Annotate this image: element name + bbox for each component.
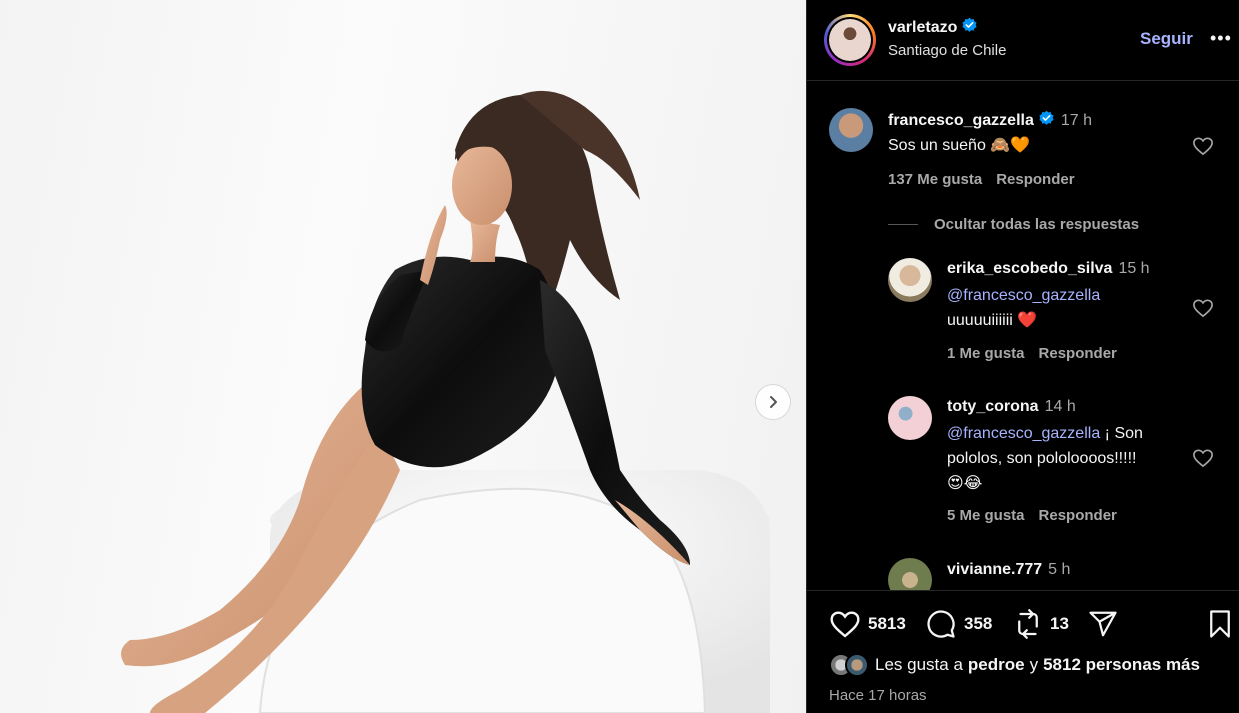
likes-summary: Les gusta a pedroe y 5812 personas más [829,653,1200,677]
comments-list[interactable]: francesco_gazzella 17 h Sos un sueño 🙈🧡 1… [807,82,1239,590]
reply-text-line3: 😍😂 [947,475,983,492]
author-avatar[interactable] [824,14,876,66]
like-reply-heart-icon[interactable] [1192,298,1214,318]
like-button[interactable]: 5813 [829,609,906,639]
comment-time: 17 h [1060,112,1092,129]
reply-username[interactable]: vivianne.777 [947,561,1042,578]
reply-button[interactable]: Responder [1039,345,1117,362]
follow-button[interactable]: Seguir [1140,29,1193,49]
reply-username[interactable]: toty_corona [947,398,1039,415]
mention-link[interactable]: @francesco_gazzella [947,425,1100,442]
reply-button[interactable]: Responder [996,171,1074,188]
save-button[interactable] [1207,609,1233,639]
comment-count: 358 [964,614,993,633]
verified-badge-icon [962,17,977,32]
likes-middle: y [1029,655,1039,674]
likes-prefix: Les gusta a [875,655,963,674]
avatar[interactable] [888,558,932,590]
photo-illustration [121,90,770,713]
reply-likes[interactable]: 5 Me gusta [947,507,1025,524]
avatar[interactable] [829,108,873,152]
mention-link[interactable]: @francesco_gazzella [947,287,1100,304]
divider-line [888,224,918,225]
liker-username[interactable]: pedroe [968,655,1025,675]
reply-likes[interactable]: 1 Me gusta [947,345,1025,362]
like-reply-heart-icon[interactable] [1192,448,1214,468]
reply-text-line2: pololos, son pololoooos!!!!! [947,450,1137,467]
author-username[interactable]: varletazo [888,19,957,36]
chevron-right-icon [770,396,777,408]
post-location[interactable]: Santiago de Chile [888,42,1006,59]
comment-button[interactable]: 358 [925,609,992,639]
reply-text: ¡ Son [1104,425,1143,442]
post-actions: 5813 358 13 Les gusta a pedroe y 5812 pe… [807,590,1239,713]
comment-username[interactable]: francesco_gazzella [888,112,1034,129]
heart-icon [830,611,860,638]
repost-icon [1018,609,1038,639]
repost-button[interactable]: 13 [1013,609,1069,639]
reply-username[interactable]: erika_escobedo_silva [947,260,1112,277]
reply-time: 14 h [1044,398,1076,415]
post-panel: varletazo Santiago de Chile Seguir ••• f… [806,0,1239,713]
comment-bubble-icon [927,610,955,638]
next-image-button[interactable] [756,385,790,419]
comment-likes[interactable]: 137 Me gusta [888,171,982,188]
comment-text: Sos un sueño 🙈🧡 [888,137,1031,154]
like-comment-heart-icon[interactable] [1192,136,1214,156]
reply-time: 5 h [1048,561,1071,578]
likes-others[interactable]: 5812 personas más [1043,655,1200,675]
post-image[interactable] [0,0,806,713]
hide-replies-label: Ocultar todas las respuestas [934,216,1140,233]
avatar[interactable] [888,258,932,302]
hide-replies-toggle[interactable]: Ocultar todas las respuestas [888,216,1139,233]
post-header: varletazo Santiago de Chile Seguir ••• [807,0,1239,81]
bookmark-icon [1210,610,1230,638]
reply-button[interactable]: Responder [1039,507,1117,524]
repost-count: 13 [1050,614,1069,633]
share-paper-plane-icon [1089,611,1117,637]
share-button[interactable] [1087,609,1119,639]
post-time: Hace 17 horas [829,687,927,704]
like-count: 5813 [868,614,906,633]
avatar[interactable] [888,396,932,440]
reply-time: 15 h [1118,260,1150,277]
more-options-button[interactable]: ••• [1210,28,1232,49]
liker-avatar[interactable] [845,653,869,677]
reply-text: uuuuuiiiiii ❤️ [947,312,1038,329]
verified-badge-icon [1039,110,1054,125]
